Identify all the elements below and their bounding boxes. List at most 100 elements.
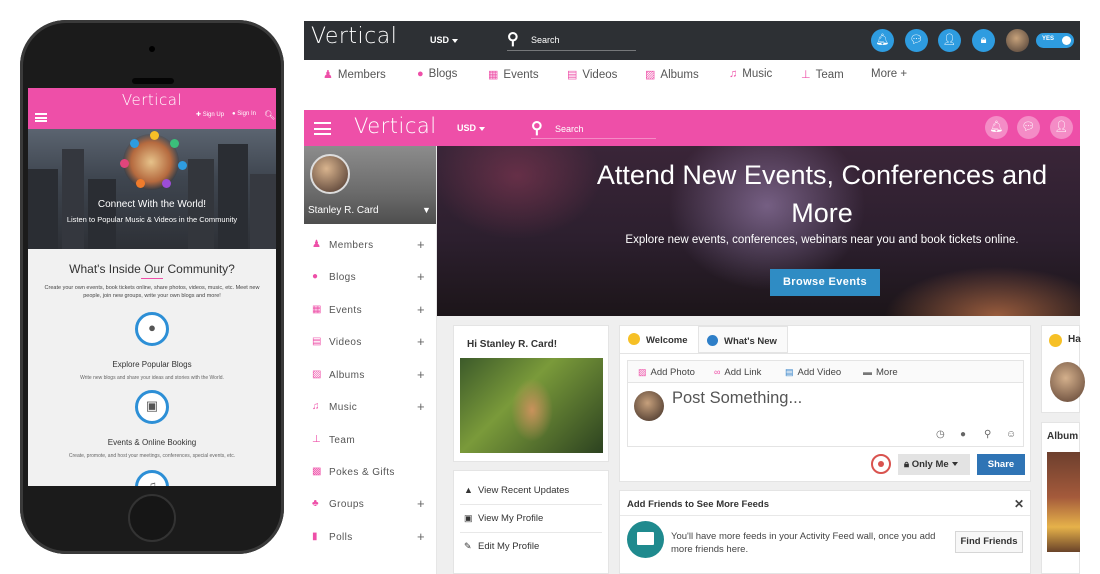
lock-icon[interactable]: 🔒︎ <box>972 29 995 52</box>
mobile-hero-subtitle: Listen to Popular Music & Videos in the … <box>66 215 238 224</box>
smiley-icon <box>628 333 640 345</box>
video-icon: ▤ <box>785 367 794 377</box>
tab-label: Welcome <box>646 335 688 346</box>
nav-label: Team <box>815 69 844 81</box>
mobile-signup-link[interactable]: ✚ Sign Up <box>196 111 224 118</box>
search-input-pink[interactable]: ⚲ Search <box>531 118 656 139</box>
nav-events[interactable]: ▦ Events <box>488 68 539 81</box>
tool-label: More <box>876 367 898 378</box>
hamburger-menu-icon[interactable] <box>314 122 331 135</box>
album-thumbnail[interactable] <box>1047 452 1080 552</box>
find-friends-button[interactable]: Find Friends <box>955 531 1023 553</box>
sidebar-avatar[interactable] <box>310 154 350 194</box>
share-button[interactable]: Share <box>977 454 1025 475</box>
tag-user-icon[interactable]: ● <box>960 429 966 440</box>
bell-icon[interactable]: 🔔︎ <box>871 29 894 52</box>
edit-my-profile-link[interactable]: ✎ Edit My Profile <box>464 541 539 552</box>
expand-plus-icon[interactable]: + <box>417 237 425 252</box>
profile-cover-photo[interactable] <box>460 358 603 453</box>
search-input[interactable]: ⚲ Search <box>507 29 636 51</box>
site-logo[interactable]: Vertical <box>311 24 397 49</box>
post-input-box[interactable]: Post Something... ◷ ● ⚲ ☺ <box>627 382 1024 447</box>
emoji-icon[interactable]: ☺ <box>1006 429 1016 440</box>
privacy-select[interactable]: 🔒︎ Only Me <box>898 454 970 475</box>
sidebar-item-pokes-gifts[interactable]: ▩ Pokes & Gifts <box>304 457 436 489</box>
phone-speaker <box>132 78 174 84</box>
tool-label: Add Link <box>724 367 762 378</box>
post-placeholder: Post Something... <box>672 389 803 407</box>
sidebar-item-videos[interactable]: ▤ Videos + <box>304 327 436 359</box>
tab-whats-new[interactable]: What's New <box>698 326 788 353</box>
menu-label: View Recent Updates <box>478 485 570 496</box>
add-video-button[interactable]: ▤ Add Video <box>785 367 841 378</box>
currency-select[interactable]: USD <box>430 35 459 45</box>
close-icon[interactable]: ✕ <box>1014 497 1024 511</box>
expand-plus-icon[interactable]: + <box>417 334 425 349</box>
more-icon: ▬ <box>863 367 872 377</box>
chat-icon[interactable]: 💬︎ <box>1017 116 1040 139</box>
mobile-hero: Connect With the World! Listen to Popula… <box>28 129 276 249</box>
app-dot-icon <box>130 139 139 148</box>
sidebar-item-events[interactable]: ▦ Events + <box>304 295 436 327</box>
tab-welcome[interactable]: Welcome <box>620 326 698 353</box>
expand-plus-icon[interactable]: + <box>417 367 425 382</box>
menu-label: View My Profile <box>478 513 544 524</box>
sidebar: Stanley R. Card ▼ ♟ Members + ● Blogs + ▦ Eve… <box>304 146 437 574</box>
nav-label: Events <box>503 69 539 81</box>
view-recent-updates-link[interactable]: ▲ View Recent Updates <box>464 485 569 496</box>
mobile-menu-icon[interactable] <box>35 113 47 122</box>
sidebar-profile-header: Stanley R. Card ▼ <box>304 146 436 224</box>
toggle-switch[interactable]: YES <box>1036 33 1074 48</box>
app-dot-icon <box>162 179 171 188</box>
bell-icon[interactable]: 🔔︎ <box>985 116 1008 139</box>
nav-albums[interactable]: ▨ Albums <box>645 68 699 81</box>
target-icon[interactable] <box>871 454 891 474</box>
expand-plus-icon[interactable]: + <box>417 269 425 284</box>
site-logo-pink[interactable]: Vertical <box>354 114 437 138</box>
sidebar-item-groups[interactable]: ♣ Groups + <box>304 489 436 521</box>
nav-team[interactable]: ⊥ Team <box>801 68 844 81</box>
nav-members[interactable]: ♟ Members <box>323 68 386 81</box>
add-photo-button[interactable]: ▨ Add Photo <box>638 367 695 378</box>
mobile-signin-link[interactable]: ● Sign In <box>232 111 256 117</box>
nav-more[interactable]: More + <box>871 68 907 80</box>
chevron-down-icon[interactable]: ▼ <box>422 205 431 215</box>
sidebar-item-polls[interactable]: ▮ Polls + <box>304 522 436 554</box>
caret-down-icon <box>452 38 459 43</box>
expand-plus-icon[interactable]: + <box>417 302 425 317</box>
sidebar-item-albums[interactable]: ▨ Albums + <box>304 360 436 392</box>
currency-select-pink[interactable]: USD <box>457 123 486 133</box>
albums-icon: ▨ <box>312 369 322 380</box>
add-friend-icon[interactable]: 👤︎ <box>938 29 961 52</box>
mobile-logo[interactable]: Vertical <box>28 91 276 109</box>
expand-plus-icon[interactable]: + <box>417 399 425 414</box>
composer-toolbar: ▨ Add Photo ∞ Add Link ▤ Add Video ▬ More <box>627 360 1024 382</box>
nav-videos[interactable]: ▤ Videos <box>567 68 617 81</box>
nav-music[interactable]: ♫ Music <box>729 68 772 80</box>
expand-plus-icon[interactable]: + <box>417 529 425 544</box>
sidebar-item-music[interactable]: ♫ Music + <box>304 392 436 424</box>
clock-icon[interactable]: ◷ <box>936 429 945 440</box>
sidebar-user-name[interactable]: Stanley R. Card <box>308 205 379 216</box>
building-shape <box>88 179 116 249</box>
add-link-button[interactable]: ∞ Add Link <box>714 367 761 378</box>
expand-plus-icon[interactable]: + <box>417 496 425 511</box>
user-avatar[interactable] <box>1006 29 1029 52</box>
mobile-search-icon[interactable]: 🔍︎ <box>264 110 275 121</box>
album-widget-title: Album <box>1047 431 1079 442</box>
divider <box>460 532 602 533</box>
music-icon: ♫ <box>312 401 320 412</box>
browse-events-button[interactable]: Browse Events <box>770 269 880 296</box>
chat-icon[interactable]: 💬︎ <box>905 29 928 52</box>
nav-blogs[interactable]: ● Blogs <box>417 68 457 80</box>
member-avatar[interactable] <box>1050 362 1085 402</box>
sidebar-item-team[interactable]: ⊥ Team <box>304 425 436 457</box>
sidebar-item-members[interactable]: ♟ Members + <box>304 230 436 262</box>
view-my-profile-link[interactable]: ▣ View My Profile <box>464 513 543 524</box>
more-tools-button[interactable]: ▬ More <box>863 367 898 378</box>
add-friend-icon[interactable]: 👤︎ <box>1050 116 1073 139</box>
sidebar-item-blogs[interactable]: ● Blogs + <box>304 262 436 294</box>
nav-label: Blogs <box>428 68 458 80</box>
location-pin-icon[interactable]: ⚲ <box>984 429 991 440</box>
sidebar-item-label: Members <box>329 240 374 251</box>
